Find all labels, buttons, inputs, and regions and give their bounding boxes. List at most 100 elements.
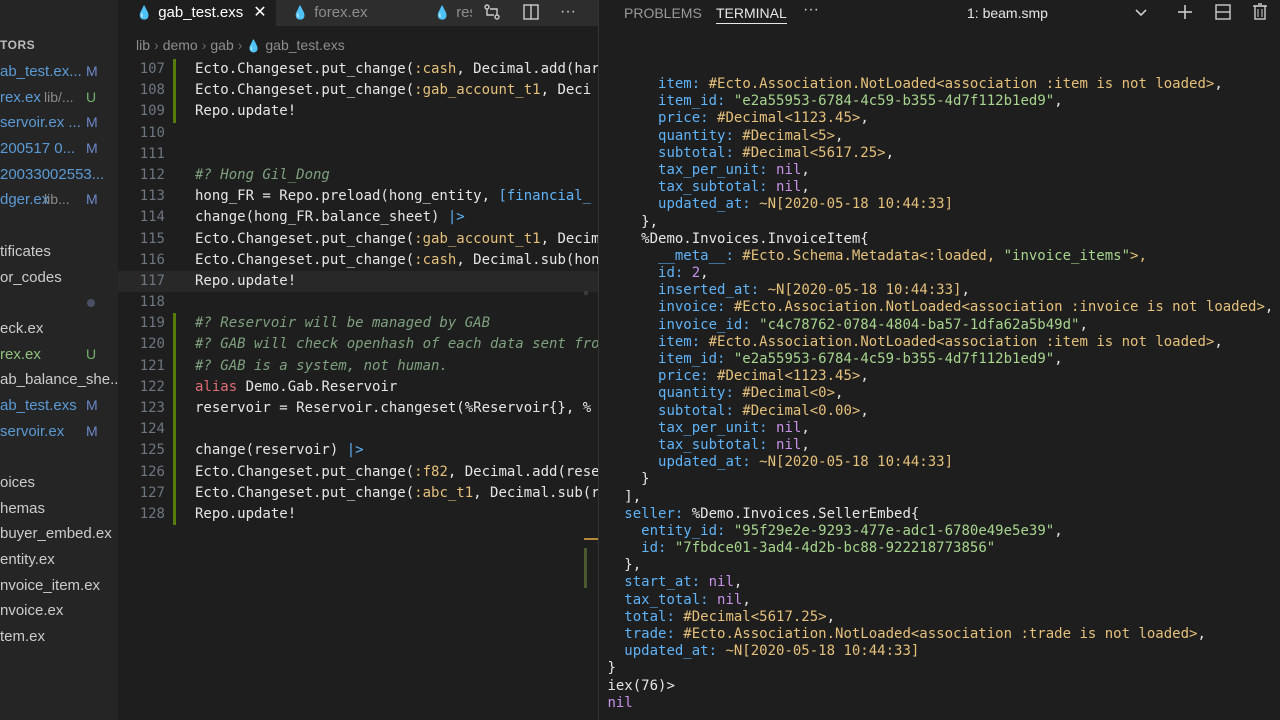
code-line[interactable]: 117 Repo.update! (118, 270, 598, 293)
explorer-item[interactable]: rex.ex lib/... U (0, 85, 118, 111)
tab-label: res (456, 4, 472, 21)
code-line[interactable]: 121 #? GAB is a system, not human. (118, 355, 598, 377)
terminal-token: , (1214, 76, 1223, 92)
more-actions-icon[interactable]: ··· (556, 3, 580, 23)
terminal-token: "e2a55953-6784-4c59-b355-4d7f112b1ed9" (725, 93, 1055, 110)
code-token: Demo.Gab.Reservoir (237, 378, 398, 395)
add-terminal-icon[interactable] (1175, 1, 1195, 23)
tab-forex[interactable]: 💧 forex.ex (276, 0, 416, 26)
tab-terminal[interactable]: TERMINAL (716, 5, 787, 24)
explorer-item[interactable]: hemas (0, 496, 118, 522)
compare-changes-icon[interactable] (482, 3, 502, 23)
code-line[interactable]: 111 (118, 144, 598, 165)
code-line[interactable]: 113 hong_FR = Repo.preload(hong_entity, [… (118, 186, 598, 207)
code-line[interactable]: 127 Ecto.Changeset.put_change(:abc_t1, De… (118, 482, 598, 504)
code-token: :f82 (414, 463, 448, 480)
explorer-item[interactable] (0, 444, 118, 470)
explorer-item[interactable]: eck.ex (0, 316, 118, 342)
close-icon[interactable]: ✕ (253, 0, 266, 26)
trash-icon[interactable] (1250, 1, 1270, 23)
git-gutter-mark[interactable] (173, 334, 176, 356)
split-terminal-icon[interactable] (1213, 1, 1233, 23)
code-line[interactable]: 115 Ecto.Changeset.put_change(:gab_accoun… (118, 229, 598, 250)
git-gutter-mark[interactable] (173, 398, 176, 420)
terminal-token: , (826, 608, 836, 625)
chevron-right-icon: › (237, 37, 243, 53)
code-line[interactable]: 110 (118, 123, 598, 144)
code-line[interactable]: 124 (118, 419, 598, 441)
code-editor[interactable]: 107 Ecto.Changeset.put_change(:cash, Deci… (118, 59, 598, 526)
terminal-output[interactable]: item: #Ecto.Association.NotLoaded<associ… (599, 76, 1280, 712)
code-line[interactable]: 114 change(hong_FR.balance_sheet) |> (118, 207, 598, 228)
git-gutter-mark[interactable] (173, 503, 176, 526)
explorer-item[interactable]: entity.ex (0, 547, 118, 573)
terminal-token: , (1197, 626, 1206, 642)
git-gutter-mark[interactable] (173, 355, 176, 377)
code-line[interactable]: 126 Ecto.Changeset.put_change(:f82, Decim… (118, 461, 598, 483)
terminal-token: 2 (683, 265, 701, 282)
explorer-item[interactable]: nvoice.ex (0, 598, 118, 624)
git-gutter-mark[interactable] (173, 376, 176, 398)
code-line[interactable]: 109 Repo.update! (118, 101, 598, 123)
terminal-line: quantity: #Decimal<0>, (599, 385, 1280, 402)
code-line[interactable]: 116 Ecto.Changeset.put_change(:cash, Deci… (118, 250, 598, 271)
breadcrumb-item[interactable]: demo (163, 37, 198, 53)
split-editor-icon[interactable] (521, 3, 541, 23)
terminal-token: , (742, 591, 751, 608)
tab-reservoir[interactable]: 💧 res (416, 0, 472, 26)
explorer-item[interactable]: or_codes (0, 265, 118, 291)
explorer-item[interactable]: ab_balance_she... (0, 367, 118, 393)
code-line[interactable]: 125 change(reservoir) |> (118, 440, 598, 462)
git-gutter-mark[interactable] (173, 419, 176, 441)
code-line[interactable]: 123 reservoir = Reservoir.changeset(%Rese… (118, 398, 598, 420)
git-gutter-mark[interactable] (173, 80, 176, 102)
explorer-item[interactable]: nvoice_item.ex (0, 573, 118, 599)
git-gutter-mark[interactable] (173, 59, 176, 81)
code-line[interactable]: 108 Ecto.Changeset.put_change(:gab_accoun… (118, 80, 598, 102)
explorer-item[interactable]: tificates (0, 239, 118, 265)
git-gutter-mark[interactable] (173, 101, 176, 123)
explorer-item[interactable]: ab_test.exs M (0, 393, 118, 419)
explorer-item[interactable]: oices (0, 470, 118, 496)
terminal-line: updated_at: ~N[2020-05-18 10:44:33] (599, 643, 1280, 660)
explorer-item[interactable] (0, 290, 118, 316)
code-line[interactable]: 107 Ecto.Changeset.put_change(:cash, Deci… (118, 59, 598, 81)
git-gutter-mark[interactable] (173, 482, 176, 504)
breadcrumb-item[interactable]: gab_test.exs (265, 37, 344, 53)
explorer-item[interactable]: dger.ex lib... M (0, 187, 118, 213)
breadcrumb-item[interactable]: gab (210, 37, 233, 53)
git-gutter-mark[interactable] (173, 440, 176, 462)
explorer-item[interactable]: rex.ex U (0, 342, 118, 368)
breadcrumb-item[interactable]: lib (136, 37, 150, 53)
terminal-token: , (700, 265, 709, 282)
git-gutter-mark[interactable] (173, 461, 176, 483)
code-line[interactable]: 120 #? GAB will check openhash of each da… (118, 334, 598, 356)
bottom-panel: PROBLEMS TERMINAL ··· 1: beam.smp item: … (598, 0, 1280, 720)
code-line[interactable]: 128 Repo.update! (118, 503, 598, 526)
panel-more-icon[interactable]: ··· (803, 1, 819, 19)
explorer-item[interactable]: tem.ex (0, 624, 118, 650)
line-number: 120 (139, 336, 165, 353)
terminal-line: %Demo.Invoices.InvoiceItem{ (599, 231, 1280, 248)
tab-gab-test[interactable]: 💧 gab_test.exs ✕ (118, 0, 276, 26)
git-gutter-mark[interactable] (173, 313, 176, 335)
explorer-item[interactable] (0, 213, 118, 239)
explorer-item[interactable]: ab_test.ex... M (0, 59, 118, 85)
terminal-select[interactable]: 1: beam.smp (961, 3, 1153, 23)
elixir-drop-icon: 💧 (434, 5, 451, 20)
explorer-item[interactable]: servoir.ex ... M (0, 110, 118, 136)
git-status-badge: M (86, 114, 98, 131)
code-line[interactable]: 118 (118, 292, 598, 313)
tab-problems[interactable]: PROBLEMS (624, 5, 702, 21)
explorer-item[interactable]: 200517 0... M (0, 136, 118, 162)
explorer-item[interactable]: buyer_embed.ex (0, 521, 118, 547)
explorer-item[interactable]: servoir.ex M (0, 419, 118, 445)
explorer-item[interactable]: 20033002553... (0, 162, 118, 188)
code-line[interactable]: 122 alias Demo.Gab.Reservoir (118, 376, 598, 398)
code-line[interactable]: 119 #? Reservoir will be managed by GAB (118, 313, 598, 335)
code-text: Repo.update! (195, 504, 296, 525)
code-line[interactable]: 112 #? Hong Gil_Dong (118, 165, 598, 186)
open-editors-header[interactable]: TORS (0, 38, 35, 52)
